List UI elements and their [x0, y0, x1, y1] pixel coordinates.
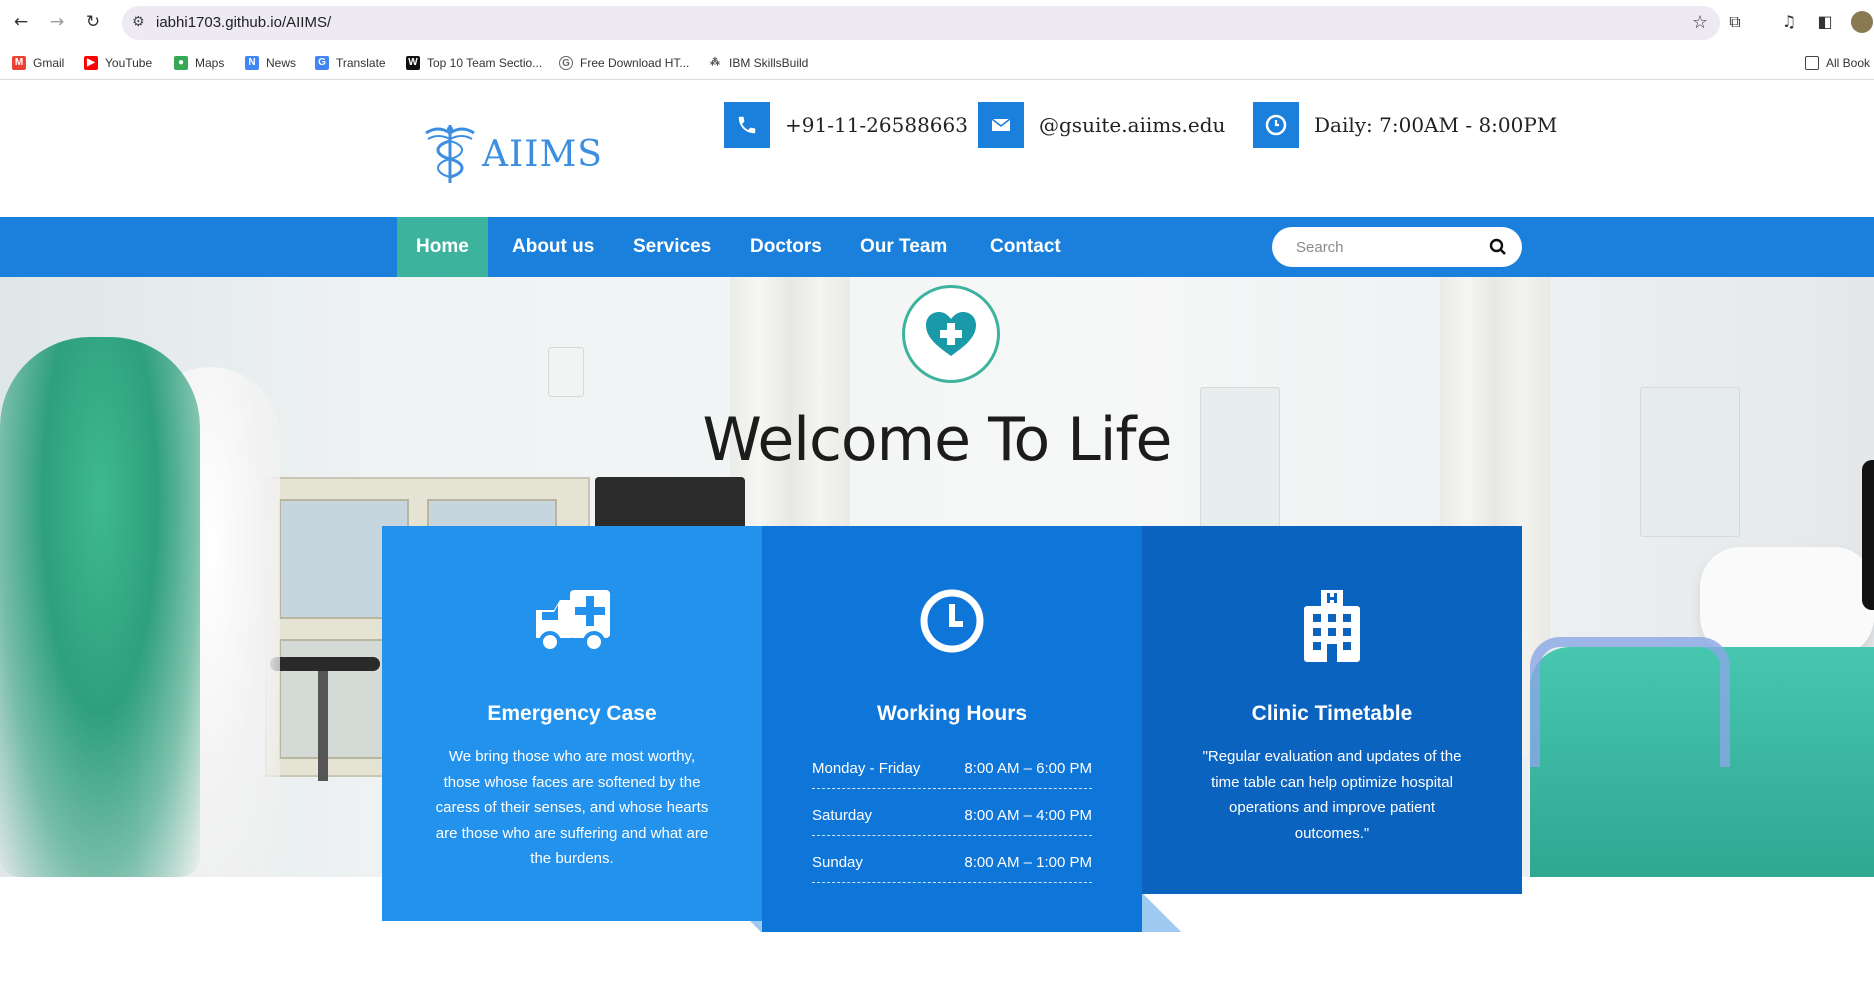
heart-plus-icon [926, 312, 976, 356]
clinic-timetable-card: Clinic Timetable "Regular evaluation and… [1142, 526, 1522, 894]
hours-day: Saturday [812, 806, 873, 824]
browser-toolbar: ← → ↻ ⚙ iabhi1703.github.io/AIIMS/ ☆ ⧉ ♫… [0, 0, 1874, 45]
hours-row: Monday - Friday 8:00 AM – 6:00 PM [812, 742, 1092, 789]
hours-time: 8:00 AM – 6:00 PM [964, 759, 1092, 777]
bed-rail [1530, 637, 1730, 767]
emergency-text: We bring those who are most worthy, thos… [435, 748, 709, 867]
stool [270, 657, 380, 671]
bookmark-label: Maps [195, 56, 225, 70]
maps-icon: ● [174, 56, 188, 70]
profile-avatar[interactable] [1851, 11, 1873, 33]
nav-doctors[interactable]: Doctors [750, 217, 822, 277]
timetable-text: "Regular evaluation and updates of the t… [1202, 748, 1462, 842]
working-hours-title: Working Hours [876, 702, 1028, 725]
ambulance-icon [382, 588, 762, 664]
daily-hours: Daily: 7:00AM - 8:00PM [1314, 113, 1558, 137]
logo-text: AIIMS [482, 133, 603, 175]
nav-contact[interactable]: Contact [990, 217, 1061, 277]
search-icon[interactable] [1488, 237, 1508, 257]
hours-day: Monday - Friday [812, 759, 921, 777]
bookmark-label: Top 10 Team Sectio... [427, 56, 543, 70]
working-hours-card: Working Hours Monday - Friday 8:00 AM – … [762, 526, 1142, 932]
hospital-building-icon [1142, 588, 1522, 664]
hours-row: Sunday 8:00 AM – 1:00 PM [812, 836, 1092, 883]
address-bar[interactable]: ⚙ iabhi1703.github.io/AIIMS/ ☆ [122, 6, 1720, 40]
youtube-icon: ▶ [84, 56, 98, 70]
bookmark-star-icon[interactable]: ☆ [1692, 12, 1708, 33]
caduceus-icon [425, 125, 475, 183]
clock-icon [762, 588, 1142, 664]
bookmark-maps[interactable]: ● Maps [174, 54, 224, 72]
side-tab[interactable] [1862, 460, 1874, 610]
bookmark-label: Gmail [33, 56, 65, 70]
email-contact[interactable]: @gsuite.aiims.edu [978, 102, 1225, 148]
hours-time: 8:00 AM – 4:00 PM [964, 806, 1092, 824]
folder-icon [1805, 56, 1819, 70]
side-panel-icon[interactable]: ◧ [1814, 11, 1836, 33]
extensions-icon[interactable]: ⧉ [1724, 11, 1746, 33]
bookmark-gmail[interactable]: M Gmail [12, 54, 64, 72]
url-text[interactable]: iabhi1703.github.io/AIIMS/ [156, 14, 331, 31]
bookmark-ibm[interactable]: ⁂ IBM SkillsBuild [708, 54, 808, 72]
phone-contact[interactable]: +91-11-26588663 [724, 102, 968, 148]
search-box [1272, 227, 1522, 267]
bookmark-label: IBM SkillsBuild [729, 56, 809, 70]
all-bookmarks-label: All Book [1826, 56, 1871, 70]
emergency-case-card: Emergency Case We bring those who are mo… [382, 526, 762, 921]
bookmark-free-download[interactable]: G Free Download HT... [559, 54, 689, 72]
all-bookmarks[interactable]: All Book [1805, 54, 1870, 72]
hours-day: Sunday [812, 853, 863, 871]
bookmark-top10[interactable]: W Top 10 Team Sectio... [406, 54, 542, 72]
globe-icon: G [559, 56, 573, 70]
timetable-title: Clinic Timetable [1251, 702, 1413, 725]
email-address: @gsuite.aiims.edu [1039, 113, 1226, 137]
hero-title: Welcome To Life [702, 405, 1173, 475]
wall-panel [548, 347, 584, 397]
news-icon: N [245, 56, 259, 70]
pillow [1700, 547, 1874, 657]
nav-about-us[interactable]: About us [512, 217, 594, 277]
nav-services[interactable]: Services [633, 217, 711, 277]
search-input[interactable] [1296, 237, 1476, 257]
back-icon[interactable]: ← [10, 11, 32, 33]
w-icon: W [406, 56, 420, 70]
hours-contact: Daily: 7:00AM - 8:00PM [1253, 102, 1557, 148]
reload-icon[interactable]: ↻ [82, 11, 104, 33]
nav-our-team[interactable]: Our Team [860, 217, 947, 277]
bookmark-youtube[interactable]: ▶ YouTube [84, 54, 152, 72]
hours-table: Monday - Friday 8:00 AM – 6:00 PM Saturd… [812, 742, 1092, 883]
emergency-title: Emergency Case [487, 702, 657, 725]
hours-time: 8:00 AM – 1:00 PM [964, 853, 1092, 871]
translate-icon: G [315, 56, 329, 70]
bookmark-label: Translate [336, 56, 386, 70]
forward-icon[interactable]: → [46, 11, 68, 33]
bookmark-label: YouTube [105, 56, 153, 70]
bookmark-label: Free Download HT... [580, 56, 690, 70]
bookmarks-bar: M Gmail ▶ YouTube ● Maps N News G Transl… [0, 45, 1874, 80]
nav-home[interactable]: Home [397, 217, 488, 281]
main-navbar: Home About us Services Doctors Our Team … [0, 217, 1874, 281]
ibm-icon: ⁂ [708, 56, 722, 70]
bookmark-label: News [266, 56, 297, 70]
clock-icon [1253, 102, 1299, 148]
phone-number: +91-11-26588663 [785, 113, 968, 137]
site-settings-icon[interactable]: ⚙ [132, 14, 145, 30]
media-icon[interactable]: ♫ [1778, 11, 1800, 33]
hours-row: Saturday 8:00 AM – 4:00 PM [812, 789, 1092, 836]
site-header: AIIMS +91-11-26588663 @gsuite.aiims.edu … [0, 81, 1874, 217]
gmail-icon: M [12, 56, 26, 70]
logo[interactable]: AIIMS [420, 121, 603, 187]
bookmark-news[interactable]: N News [245, 54, 296, 72]
bookmark-translate[interactable]: G Translate [315, 54, 386, 72]
hero-badge [902, 285, 1000, 383]
phone-icon [724, 102, 770, 148]
envelope-icon [978, 102, 1024, 148]
